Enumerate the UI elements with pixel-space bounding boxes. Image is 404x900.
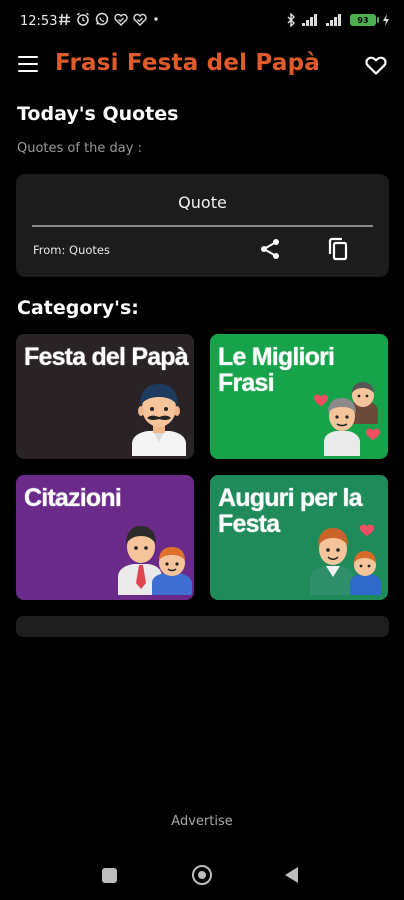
back-triangle-icon[interactable] <box>285 867 298 883</box>
share-icon[interactable] <box>258 237 282 261</box>
category-label: Festa del Papà <box>24 343 189 371</box>
quote-divider <box>32 225 373 227</box>
father-son-icon <box>118 526 192 595</box>
quotes-of-day-subtitle: Quotes of the day : <box>17 141 142 156</box>
dot-icon <box>154 17 158 21</box>
quote-text: Quote <box>178 193 227 212</box>
heart-check-icon <box>133 13 147 26</box>
heart-check-icon <box>114 13 128 26</box>
empty-banner-placeholder <box>16 616 389 637</box>
family-hearts-icon <box>314 382 380 456</box>
category-label: Citazioni <box>24 484 122 512</box>
quote-source: From: Quotes <box>33 243 110 257</box>
father-son-heart-icon <box>310 524 381 595</box>
status-time: 12:53 <box>20 14 58 29</box>
app-title: Frasi Festa del Papà <box>55 50 320 76</box>
status-left-icons <box>58 12 160 26</box>
copy-icon[interactable] <box>326 237 350 261</box>
quote-card: Quote From: Quotes <box>16 174 389 277</box>
home-circle-icon[interactable] <box>192 865 212 885</box>
dad-avatar-icon <box>132 384 186 456</box>
recents-square-icon[interactable] <box>102 868 117 883</box>
category-card-le-migliori-frasi[interactable]: Le Migliori Frasi <box>210 334 388 459</box>
app-bar: Frasi Festa del Papà <box>0 44 404 88</box>
signal-icon <box>326 14 341 26</box>
alarm-icon <box>77 12 89 26</box>
category-card-citazioni[interactable]: Citazioni <box>16 475 194 600</box>
todays-quotes-heading: Today's Quotes <box>17 103 179 125</box>
category-card-festa-del-papa[interactable]: Festa del Papà <box>16 334 194 459</box>
battery-icon: 93 <box>350 14 379 26</box>
category-card-auguri-per-la-festa[interactable]: Auguri per la Festa <box>210 475 388 600</box>
hashtag-icon <box>59 13 70 25</box>
advertise-label[interactable]: Advertise <box>0 814 404 829</box>
heart-outline-icon[interactable] <box>364 53 388 77</box>
bluetooth-icon <box>287 13 295 27</box>
status-bar: 12:53 93 <box>0 0 404 44</box>
hamburger-menu-icon[interactable] <box>18 56 38 74</box>
categories-heading: Category's: <box>17 297 139 319</box>
status-right-icons: 93 <box>286 13 390 27</box>
whatsapp-icon <box>95 12 109 26</box>
system-nav-bar <box>0 858 404 900</box>
charging-icon <box>383 14 389 26</box>
signal-icon <box>302 14 317 26</box>
